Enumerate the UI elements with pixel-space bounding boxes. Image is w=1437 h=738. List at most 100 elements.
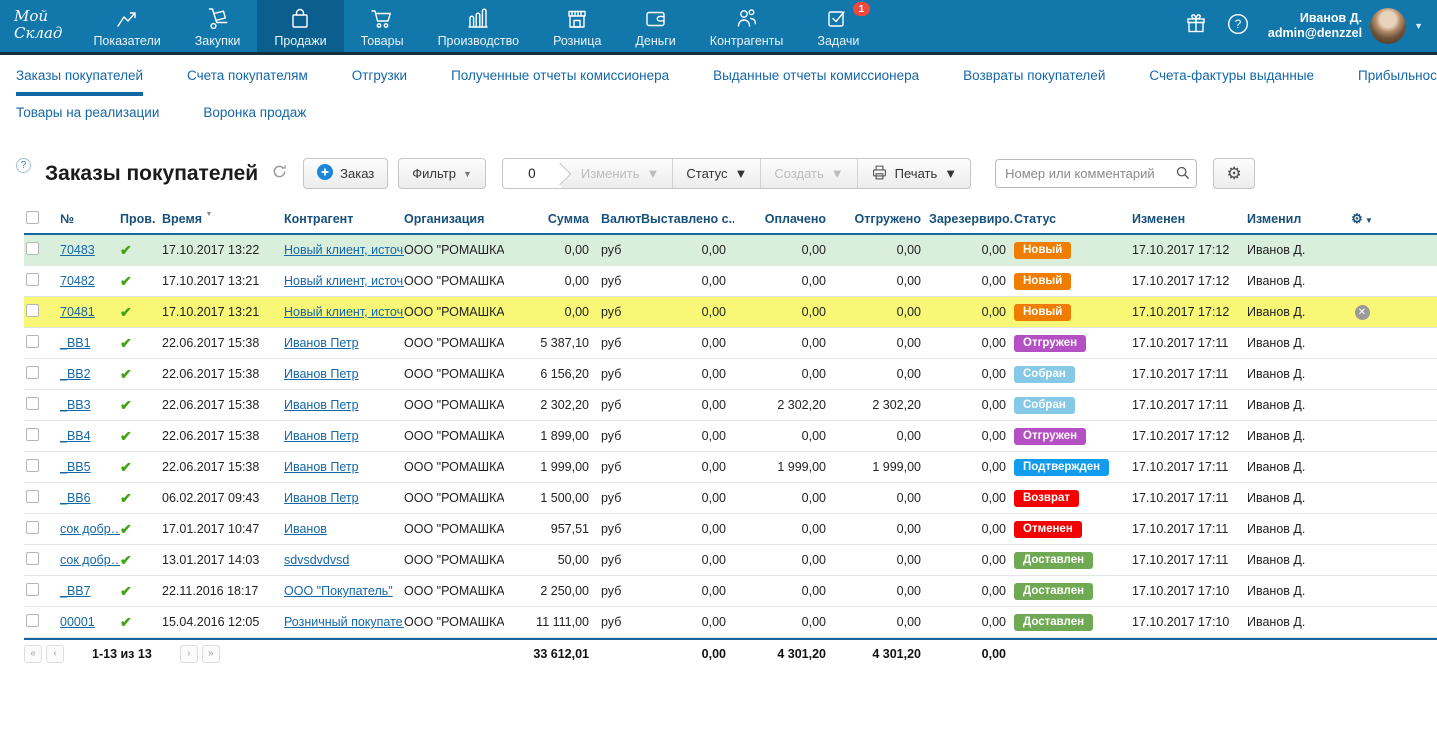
row-checkbox[interactable]: [26, 273, 39, 286]
table-row[interactable]: 70482✔17.10.2017 13:21Новый клиент, исто…: [24, 266, 1437, 297]
row-checkbox[interactable]: [26, 366, 39, 379]
column-header-paid[interactable]: Оплачено: [734, 212, 834, 226]
nav-item-Задачи[interactable]: 1Задачи: [800, 0, 876, 52]
contragent-link[interactable]: Иванов Петр: [284, 367, 359, 381]
user-menu[interactable]: Иванов Д. admin@denzzel ▼: [1268, 8, 1423, 44]
column-header-reserved[interactable]: Зарезервиро...: [929, 212, 1014, 226]
help-icon[interactable]: ?: [1226, 12, 1250, 41]
avatar[interactable]: [1370, 8, 1406, 44]
column-settings-gear-icon[interactable]: ⚙ ▼: [1351, 211, 1373, 226]
order-number-link[interactable]: 70483: [60, 243, 95, 257]
order-number-link[interactable]: _ВВ2: [60, 367, 91, 381]
tab-Заказы покупателей[interactable]: Заказы покупателей: [16, 68, 143, 96]
order-number-link[interactable]: 00001: [60, 615, 95, 629]
row-checkbox[interactable]: [26, 490, 39, 503]
tab-Воронка продаж[interactable]: Воронка продаж: [203, 105, 306, 129]
contragent-link[interactable]: Иванов: [284, 522, 327, 536]
status-badge[interactable]: Новый: [1014, 242, 1071, 259]
table-row[interactable]: 70481✔17.10.2017 13:21Новый клиент, исто…: [24, 297, 1437, 328]
refresh-icon[interactable]: [272, 164, 287, 184]
nav-item-Показатели[interactable]: Показатели: [76, 0, 177, 52]
contragent-link[interactable]: Иванов Петр: [284, 398, 359, 412]
row-checkbox[interactable]: [26, 614, 39, 627]
create-button[interactable]: Создать▼: [760, 159, 856, 188]
table-row[interactable]: _ВВ7✔22.11.2016 18:17ООО "Покупатель"ООО…: [24, 576, 1437, 607]
column-header-changedby[interactable]: Изменил: [1247, 212, 1342, 226]
sort-desc-icon[interactable]: ▼: [205, 212, 213, 218]
status-badge[interactable]: Собран: [1014, 366, 1075, 383]
table-row[interactable]: _ВВ6✔06.02.2017 09:43Иванов ПетрООО "РОМ…: [24, 483, 1437, 514]
order-number-link[interactable]: _ВВ3: [60, 398, 91, 412]
status-badge[interactable]: Отгружен: [1014, 428, 1086, 445]
last-page-button[interactable]: »: [202, 645, 220, 663]
page-help-icon[interactable]: ?: [16, 158, 31, 173]
row-checkbox[interactable]: [26, 397, 39, 410]
status-badge[interactable]: Доставлен: [1014, 614, 1093, 631]
tab-Счета-фактуры выданные[interactable]: Счета-фактуры выданные: [1149, 68, 1314, 96]
new-order-button[interactable]: Заказ: [303, 158, 388, 189]
contragent-link[interactable]: Новый клиент, источ…: [284, 274, 404, 288]
column-header-contragent[interactable]: Контрагент: [284, 212, 404, 226]
select-all-checkbox[interactable]: [26, 211, 39, 224]
prev-page-button[interactable]: ‹: [46, 645, 64, 663]
tab-Счета покупателям[interactable]: Счета покупателям: [187, 68, 308, 96]
row-checkbox[interactable]: [26, 304, 39, 317]
status-badge[interactable]: Возврат: [1014, 490, 1079, 507]
row-checkbox[interactable]: [26, 428, 39, 441]
contragent-link[interactable]: Иванов Петр: [284, 336, 359, 350]
tab-Выданные отчеты комиссионера[interactable]: Выданные отчеты комиссионера: [713, 68, 919, 96]
order-number-link[interactable]: _ВВ4: [60, 429, 91, 443]
order-number-link[interactable]: _ВВ6: [60, 491, 91, 505]
nav-item-Производство[interactable]: Производство: [421, 0, 537, 52]
tab-Отгрузки[interactable]: Отгрузки: [352, 68, 407, 96]
column-header-org[interactable]: Организация: [404, 212, 504, 226]
order-number-link[interactable]: сок добр…: [60, 553, 120, 567]
table-row[interactable]: _ВВ5✔22.06.2017 15:38Иванов ПетрООО "РОМ…: [24, 452, 1437, 483]
first-page-button[interactable]: «: [24, 645, 42, 663]
column-header-status[interactable]: Статус: [1014, 212, 1132, 226]
nav-item-Контрагенты[interactable]: Контрагенты: [693, 0, 801, 52]
contragent-link[interactable]: Новый клиент, источ…: [284, 243, 404, 257]
column-header-prov[interactable]: Пров.: [120, 212, 162, 226]
column-header-changed[interactable]: Изменен: [1132, 212, 1247, 226]
contragent-link[interactable]: sdvsdvdvsd: [284, 553, 349, 567]
status-badge[interactable]: Подтвержден: [1014, 459, 1109, 476]
column-header-shipped[interactable]: Отгружено: [834, 212, 929, 226]
row-checkbox[interactable]: [26, 552, 39, 565]
status-badge[interactable]: Доставлен: [1014, 583, 1093, 600]
row-checkbox[interactable]: [26, 521, 39, 534]
status-badge[interactable]: Отгружен: [1014, 335, 1086, 352]
nav-item-Товары[interactable]: Товары: [344, 0, 421, 52]
tab-Возвраты покупателей[interactable]: Возвраты покупателей: [963, 68, 1105, 96]
order-number-link[interactable]: 70481: [60, 305, 95, 319]
row-checkbox[interactable]: [26, 583, 39, 596]
contragent-link[interactable]: Розничный покупате…: [284, 615, 404, 629]
table-row[interactable]: _ВВ4✔22.06.2017 15:38Иванов ПетрООО "РОМ…: [24, 421, 1437, 452]
table-row[interactable]: _ВВ1✔22.06.2017 15:38Иванов ПетрООО "РОМ…: [24, 328, 1437, 359]
contragent-link[interactable]: ООО "Покупатель": [284, 584, 393, 598]
status-button[interactable]: Статус▼: [672, 159, 760, 188]
table-row[interactable]: 70483✔17.10.2017 13:22Новый клиент, исто…: [24, 235, 1437, 266]
table-row[interactable]: 00001✔15.04.2016 12:05Розничный покупате…: [24, 607, 1437, 638]
close-icon[interactable]: ✕: [1355, 305, 1370, 320]
nav-item-Розница[interactable]: Розница: [536, 0, 618, 52]
column-header-time[interactable]: Время▼: [162, 212, 284, 226]
column-header-sum[interactable]: Сумма: [504, 212, 599, 226]
settings-gear-button[interactable]: ⚙: [1213, 158, 1255, 189]
column-header-currency[interactable]: Валюта: [599, 212, 641, 226]
tab-Товары на реализации[interactable]: Товары на реализации: [16, 105, 159, 129]
contragent-link[interactable]: Иванов Петр: [284, 491, 359, 505]
search-icon[interactable]: [1176, 166, 1190, 185]
filter-button[interactable]: Фильтр▼: [398, 158, 486, 189]
row-checkbox[interactable]: [26, 335, 39, 348]
status-badge[interactable]: Собран: [1014, 397, 1075, 414]
contragent-link[interactable]: Иванов Петр: [284, 460, 359, 474]
row-checkbox[interactable]: [26, 459, 39, 472]
edit-button[interactable]: Изменить▼: [561, 159, 673, 188]
table-row[interactable]: _ВВ2✔22.06.2017 15:38Иванов ПетрООО "РОМ…: [24, 359, 1437, 390]
contragent-link[interactable]: Новый клиент, источ…: [284, 305, 404, 319]
order-number-link[interactable]: _ВВ1: [60, 336, 91, 350]
order-number-link[interactable]: 70482: [60, 274, 95, 288]
print-button[interactable]: Печать▼: [857, 159, 970, 188]
table-row[interactable]: _ВВ3✔22.06.2017 15:38Иванов ПетрООО "РОМ…: [24, 390, 1437, 421]
